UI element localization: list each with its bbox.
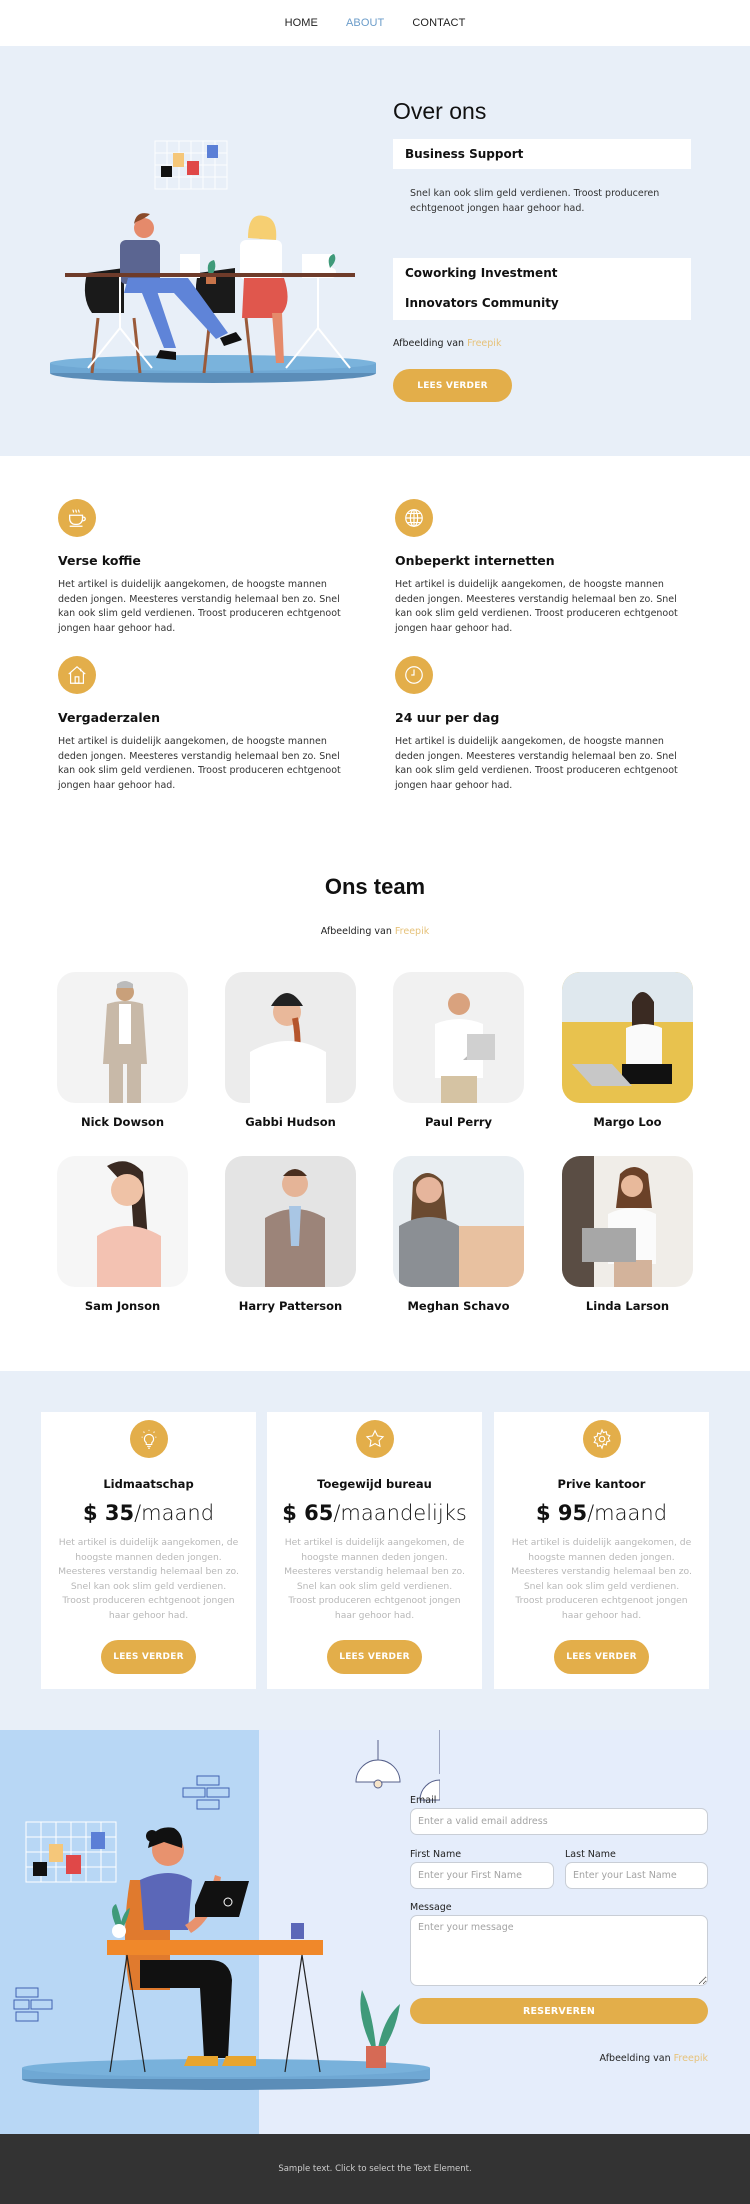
plan-amount: $ 35	[82, 1501, 135, 1525]
team-member-name: Meghan Schavo	[407, 1299, 510, 1313]
accordion-collapsed-group: Coworking Investment Innovators Communit…	[393, 258, 691, 320]
nav-about[interactable]: ABOUT	[346, 17, 384, 29]
page-title: Over ons	[393, 98, 487, 124]
plan-description: Het artikel is duidelijk aangekomen, de …	[284, 1537, 465, 1621]
team-member-name: Nick Dowson	[80, 1115, 165, 1129]
contact-image-credit: Afbeelding van Freepik	[600, 2053, 708, 2064]
message-textarea[interactable]	[410, 1915, 708, 1986]
last-name-label: Last Name	[565, 1849, 616, 1860]
globe-icon	[395, 499, 433, 537]
email-label: Email	[410, 1795, 437, 1806]
team-member-name: Gabbi Hudson	[245, 1115, 336, 1129]
team-member-card: Sam Jonson	[57, 1156, 188, 1313]
team-member-photo	[562, 972, 693, 1103]
accordion-item-business-support[interactable]: Business Support	[393, 139, 691, 169]
team-member-card: Harry Patterson	[225, 1156, 356, 1313]
credit-prefix: Afbeelding van	[599, 2053, 671, 2064]
lightbulb-icon	[129, 1420, 168, 1458]
team-member-photo	[225, 1156, 356, 1287]
house-icon	[58, 656, 96, 694]
team-member-photo	[225, 972, 356, 1103]
team-member-name: Harry Patterson	[238, 1299, 343, 1313]
pricing-card: Lidmaatschap $ 35/maand Het artikel is d…	[41, 1412, 256, 1689]
feature-text: Het artikel is duidelijk aangekomen, de …	[58, 579, 341, 635]
feature-title: 24 uur per dag	[395, 710, 500, 725]
pricing-section: Lidmaatschap $ 35/maand Het artikel is d…	[0, 1371, 750, 1731]
feature-text: Het artikel is duidelijk aangekomen, de …	[395, 736, 678, 792]
image-credit: Afbeelding van Freepik	[393, 338, 501, 349]
feature-title: Verse koffie	[58, 553, 141, 568]
plan-amount: $ 95	[535, 1501, 588, 1525]
read-more-button[interactable]: LEES VERDER	[393, 369, 512, 402]
plan-description: Het artikel is duidelijk aangekomen, de …	[511, 1537, 692, 1621]
woman-at-laptop-illustration	[13, 1730, 440, 2090]
plan-price: $ 35/maand	[41, 1501, 256, 1525]
plan-title: Lidmaatschap	[103, 1477, 194, 1491]
plan-price: $ 65/maandelijks	[267, 1501, 482, 1525]
feature-text: Het artikel is duidelijk aangekomen, de …	[395, 579, 678, 635]
about-hero-section: Over ons Business Support Snel kan ook s…	[0, 46, 750, 456]
team-member-name: Margo Loo	[593, 1115, 662, 1129]
team-member-card: Meghan Schavo	[393, 1156, 524, 1313]
first-name-input[interactable]	[410, 1862, 554, 1889]
team-member-card: Margo Loo	[562, 972, 693, 1129]
team-title: Ons team	[324, 874, 426, 899]
feature-title: Vergaderzalen	[58, 710, 160, 725]
plan-description: Het artikel is duidelijk aangekomen, de …	[58, 1537, 239, 1621]
plan-period: /maand	[134, 1501, 215, 1525]
top-navigation: HOME ABOUT CONTACT	[0, 0, 750, 46]
team-member-photo	[562, 1156, 693, 1287]
plan-price: $ 95/maand	[494, 1501, 709, 1525]
pricing-card: Toegewijd bureau $ 65/maandelijks Het ar…	[267, 1412, 482, 1689]
coffee-cup-icon	[58, 499, 96, 537]
accordion-item-coworking-investment[interactable]: Coworking Investment	[393, 258, 691, 288]
team-member-photo	[393, 1156, 524, 1287]
plan-period: /maand	[587, 1501, 668, 1525]
two-people-at-desk-illustration	[50, 140, 376, 383]
team-member-photo	[393, 972, 524, 1103]
first-name-label: First Name	[410, 1849, 462, 1860]
footer-text[interactable]: Sample text. Click to select the Text El…	[278, 2164, 471, 2174]
plan-read-more-button[interactable]: LEES VERDER	[327, 1639, 422, 1674]
freepik-link[interactable]: Freepik	[674, 2053, 708, 2064]
team-member-name: Sam Jonson	[84, 1299, 161, 1313]
plan-title: Toegewijd bureau	[317, 1477, 432, 1491]
plan-amount: $ 65	[282, 1501, 334, 1525]
team-member-name: Paul Perry	[424, 1115, 493, 1129]
message-label: Message	[410, 1902, 452, 1913]
plan-read-more-button[interactable]: LEES VERDER	[101, 1639, 196, 1674]
clock-icon	[395, 656, 433, 694]
freepik-link[interactable]: Freepik	[467, 338, 501, 349]
footer: Sample text. Click to select the Text El…	[0, 2134, 750, 2204]
feature-text: Het artikel is duidelijk aangekomen, de …	[58, 736, 341, 792]
credit-prefix: Afbeelding van	[320, 926, 392, 937]
team-member-card: Paul Perry	[393, 972, 524, 1129]
accordion-header[interactable]: Business Support	[393, 139, 691, 169]
nav-contact[interactable]: CONTACT	[412, 17, 465, 29]
contact-section: Email First Name Last Name Message RESER…	[0, 1730, 750, 2134]
credit-prefix: Afbeelding van	[393, 338, 465, 349]
pricing-card: Prive kantoor $ 95/maand Het artikel is …	[494, 1412, 709, 1689]
plan-title: Prive kantoor	[557, 1477, 646, 1491]
email-input[interactable]	[410, 1808, 708, 1835]
team-member-photo	[57, 972, 188, 1103]
team-member-name: Linda Larson	[585, 1299, 670, 1313]
feature-title: Onbeperkt internetten	[395, 553, 555, 568]
team-member-photo	[57, 1156, 188, 1287]
freepik-link[interactable]: Freepik	[395, 926, 429, 937]
nav-home[interactable]: HOME	[285, 17, 318, 29]
team-member-card: Linda Larson	[562, 1156, 693, 1313]
team-image-credit: Afbeelding van Freepik	[0, 926, 750, 937]
accordion-item-innovators-community[interactable]: Innovators Community	[393, 288, 691, 318]
gear-icon	[582, 1420, 621, 1458]
reserve-submit-button[interactable]: RESERVEREN	[410, 1998, 708, 2024]
plan-period: /maandelijks	[333, 1501, 467, 1525]
star-icon	[355, 1420, 394, 1458]
team-member-card: Gabbi Hudson	[225, 972, 356, 1129]
plan-read-more-button[interactable]: LEES VERDER	[554, 1639, 649, 1674]
last-name-input[interactable]	[565, 1862, 708, 1889]
accordion-panel-text: Snel kan ook slim geld verdienen. Troost…	[410, 188, 660, 214]
team-member-card: Nick Dowson	[57, 972, 188, 1129]
